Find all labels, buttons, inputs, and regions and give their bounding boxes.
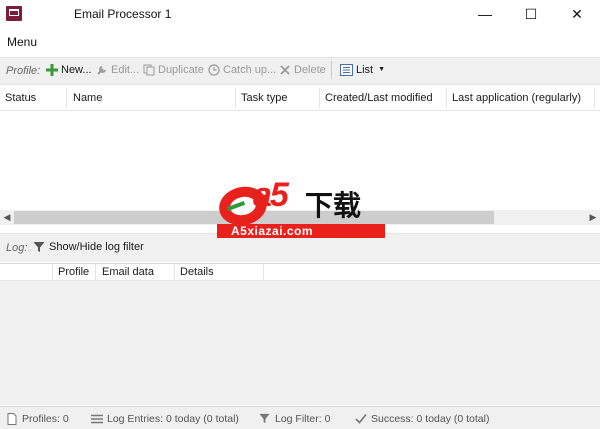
new-profile-button[interactable]: New...	[45, 63, 92, 76]
column-last-application[interactable]: Last application (regularly)	[452, 92, 581, 104]
list-icon	[340, 63, 353, 76]
column-status[interactable]: Status	[5, 92, 36, 104]
profile-section-label: Profile:	[6, 65, 41, 77]
duplicate-profile-button[interactable]: Duplicate	[142, 63, 204, 76]
toggle-log-filter-label: Show/Hide log filter	[49, 240, 144, 253]
column-task-type[interactable]: Task type	[241, 92, 287, 104]
status-log-entries-text: Log Entries: 0 today (0 total)	[107, 412, 239, 425]
edit-profile-label: Edit...	[111, 63, 140, 76]
close-button[interactable]: ✕	[554, 0, 600, 28]
column-divider[interactable]	[446, 88, 447, 108]
column-divider[interactable]	[594, 88, 595, 108]
status-log-entries: Log Entries: 0 today (0 total)	[90, 412, 239, 425]
watermark-logo: a5 下载 A5xiazai.com	[217, 176, 385, 238]
column-divider[interactable]	[263, 264, 264, 280]
delete-profile-label: Delete	[294, 63, 326, 76]
window-title: Email Processor 1	[74, 7, 172, 21]
view-mode-dropdown[interactable]: List ▼	[340, 63, 385, 76]
log-column-profile[interactable]: Profile	[58, 266, 89, 278]
column-created-modified[interactable]: Created/Last modified	[325, 92, 433, 104]
minimize-button[interactable]: —	[462, 0, 508, 28]
column-divider[interactable]	[235, 88, 236, 108]
x-icon	[278, 63, 291, 76]
catch-up-label: Catch up...	[223, 63, 277, 76]
column-divider[interactable]	[174, 264, 175, 280]
watermark-brand: a5	[253, 176, 289, 214]
chevron-down-icon: ▼	[378, 66, 386, 73]
status-log-filter: Log Filter: 0	[258, 412, 330, 425]
status-success: Success: 0 today (0 total)	[354, 412, 489, 425]
status-log-filter-text: Log Filter: 0	[275, 412, 331, 425]
plus-icon	[45, 63, 58, 76]
duplicate-profile-label: Duplicate	[158, 63, 204, 76]
status-profiles-text: Profiles: 0	[22, 412, 69, 425]
toolbar-separator	[331, 61, 332, 79]
menu-button[interactable]: Menu	[7, 35, 37, 49]
document-icon	[5, 412, 18, 425]
log-column-details[interactable]: Details	[180, 266, 214, 278]
scroll-left-icon[interactable]: ◀	[0, 210, 14, 225]
list-lines-icon	[90, 412, 103, 425]
watermark-chinese: 下载	[305, 189, 362, 222]
status-success-text: Success: 0 today (0 total)	[371, 412, 490, 425]
menu-bar	[0, 28, 600, 56]
edit-profile-button[interactable]: Edit...	[95, 63, 139, 76]
column-divider[interactable]	[66, 88, 67, 108]
log-column-email-data[interactable]: Email data	[102, 266, 154, 278]
scroll-right-icon[interactable]: ▶	[586, 210, 600, 225]
toggle-log-filter-button[interactable]: Show/Hide log filter	[32, 240, 144, 253]
log-list[interactable]	[0, 281, 600, 405]
catch-up-button[interactable]: Catch up...	[207, 63, 276, 76]
new-profile-label: New...	[61, 63, 92, 76]
log-section-label: Log:	[6, 242, 28, 254]
maximize-button[interactable]: ☐	[508, 0, 554, 28]
column-divider[interactable]	[52, 264, 53, 280]
status-profiles: Profiles: 0	[5, 412, 69, 425]
column-name[interactable]: Name	[73, 92, 102, 104]
column-divider[interactable]	[319, 88, 320, 108]
watermark-domain: A5xiazai.com	[231, 224, 314, 238]
log-table-header	[0, 263, 600, 281]
delete-profile-button[interactable]: Delete	[278, 63, 326, 76]
app-mail-icon	[6, 6, 22, 21]
clock-icon	[207, 63, 220, 76]
duplicate-icon	[142, 63, 155, 76]
filter-icon	[258, 412, 271, 425]
wrench-icon	[95, 63, 108, 76]
filter-icon	[32, 240, 45, 253]
column-divider[interactable]	[95, 264, 96, 280]
checkmark-icon	[354, 412, 367, 425]
view-mode-label: List	[356, 63, 374, 76]
